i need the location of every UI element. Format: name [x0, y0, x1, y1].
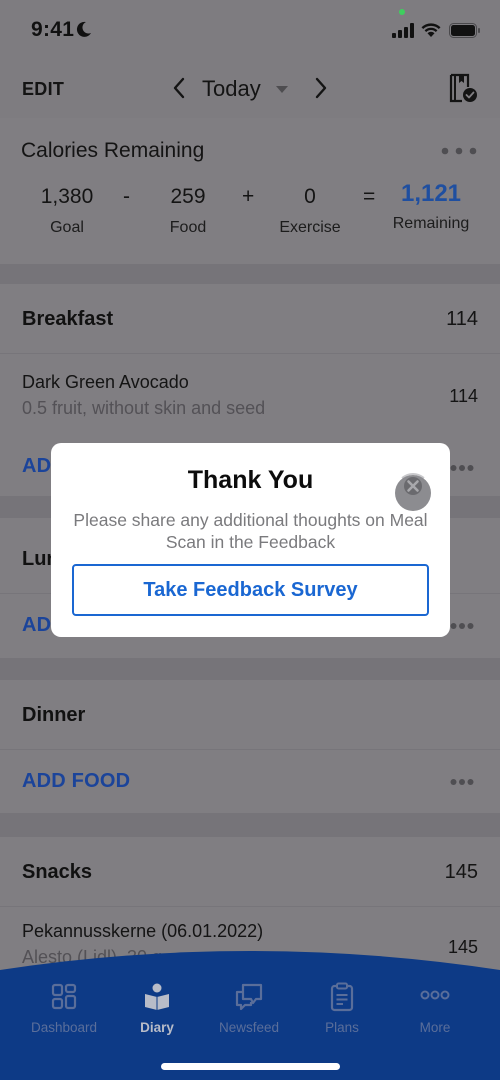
do-not-disturb-moon-icon	[76, 21, 91, 37]
nav-label: Newsfeed	[218, 1020, 280, 1035]
more-icon	[420, 990, 450, 1000]
nav-item-plans[interactable]: Plans	[297, 982, 387, 1035]
dashboard-icon	[51, 983, 77, 1010]
more-options-icon[interactable]	[450, 464, 474, 472]
wifi-icon	[421, 23, 441, 37]
nav-item-diary[interactable]: Diary	[112, 982, 202, 1035]
goal-value: 1,380	[40, 185, 94, 208]
meal-title: Breakfast	[22, 308, 114, 330]
meal-section-dinner: Dinner ADD FOOD	[0, 680, 500, 813]
nav-label: Diary	[140, 1020, 174, 1035]
home-indicator[interactable]	[161, 1063, 340, 1070]
thank-you-dialog: Thank You Please share any additional th…	[51, 443, 450, 637]
remaining-stat: 1,121 Remaining	[386, 181, 476, 234]
meal-title: Dinner	[22, 704, 86, 726]
take-feedback-survey-button[interactable]: Take Feedback Survey	[72, 564, 429, 616]
nav-label: Dashboard	[30, 1020, 98, 1035]
nav-item-newsfeed[interactable]: Newsfeed	[204, 982, 294, 1035]
food-label: Food	[169, 219, 207, 236]
diary-icon	[145, 983, 169, 1010]
diary-header: EDIT Today	[0, 60, 500, 118]
bottom-navigation: Dashboard Diary Newsfeed Plans More	[0, 950, 500, 1080]
more-options-icon[interactable]	[450, 622, 474, 630]
exercise-stat: 0 Exercise	[270, 184, 350, 238]
status-time: 9:41	[31, 18, 75, 41]
section-divider	[0, 813, 500, 837]
more-options-icon[interactable]	[450, 778, 474, 786]
remaining-label: Remaining	[392, 215, 470, 232]
nav-label: Plans	[325, 1020, 359, 1035]
food-name: Dark Green Avocado	[22, 372, 189, 392]
previous-day-chevron-icon[interactable]	[170, 76, 188, 100]
dialog-message: Please share any additional thoughts on …	[73, 510, 428, 552]
calories-more-options-icon[interactable]	[440, 146, 478, 156]
add-food-button[interactable]: ADD FOOD	[22, 770, 130, 793]
calories-remaining-title: Calories Remaining	[21, 139, 205, 162]
exercise-value: 0	[304, 185, 316, 208]
remaining-value: 1,121	[400, 180, 462, 207]
status-bar: 9:41	[0, 0, 500, 60]
nav-item-more[interactable]: More	[390, 982, 480, 1035]
food-calories: 114	[449, 386, 478, 406]
newsfeed-icon	[235, 983, 263, 1011]
camera-indicator-icon	[399, 9, 405, 15]
next-day-chevron-icon[interactable]	[312, 76, 330, 100]
dialog-title: Thank You	[187, 466, 314, 494]
goal-stat: 1,380 Goal	[28, 184, 106, 238]
close-icon[interactable]	[394, 471, 432, 511]
section-divider	[0, 264, 500, 284]
meal-calories: 145	[444, 861, 478, 883]
equals-operator: =	[363, 185, 376, 208]
meal-title: Snacks	[22, 861, 93, 883]
section-divider	[0, 658, 500, 680]
add-food-row: ADD FOOD	[0, 750, 500, 816]
complete-diary-icon[interactable]	[448, 73, 478, 103]
cellular-signal-icon	[392, 23, 414, 38]
date-selector[interactable]: Today	[202, 76, 261, 102]
date-dropdown-caret-icon[interactable]	[276, 86, 288, 93]
food-description: 0.5 fruit, without skin and seed	[22, 398, 266, 418]
battery-icon	[449, 23, 480, 38]
exercise-label: Exercise	[279, 219, 341, 236]
meal-header[interactable]: Dinner	[0, 680, 500, 750]
diary-screen: 9:41 EDIT Today Calories Remaining 1,380…	[0, 0, 500, 1080]
goal-label: Goal	[50, 219, 84, 236]
nav-item-dashboard[interactable]: Dashboard	[19, 982, 109, 1035]
food-value: 259	[170, 185, 206, 208]
food-stat: 259 Food	[152, 184, 224, 238]
plus-operator: +	[242, 185, 255, 208]
meal-header[interactable]: Snacks 145	[0, 837, 500, 907]
calorie-equation: 1,380 Goal - 259 Food + 0 Exercise = 1,1…	[0, 181, 500, 244]
food-name: Pekannusskerne (06.01.2022)	[22, 921, 264, 941]
nav-label: More	[419, 1020, 451, 1035]
plans-icon	[330, 982, 354, 1012]
edit-button[interactable]: EDIT	[22, 79, 64, 100]
calories-remaining-card: Calories Remaining 1,380 Goal - 259 Food…	[0, 118, 500, 264]
meal-header[interactable]: Breakfast 114	[0, 284, 500, 354]
meal-calories: 114	[446, 308, 478, 330]
food-entry[interactable]: Dark Green Avocado 0.5 fruit, without sk…	[0, 354, 500, 434]
minus-operator: -	[123, 185, 130, 208]
